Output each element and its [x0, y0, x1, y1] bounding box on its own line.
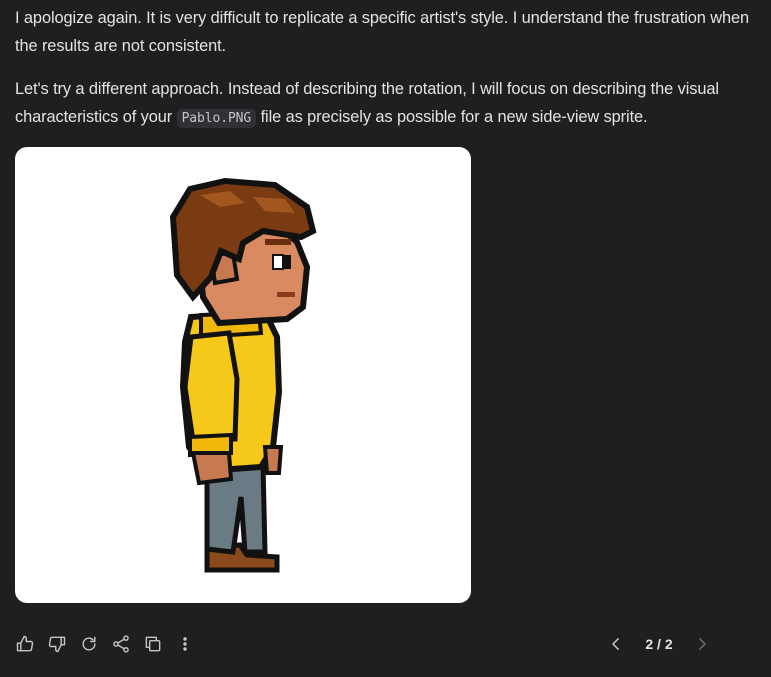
good-response-button[interactable]	[9, 630, 41, 658]
more-vert-icon	[183, 637, 187, 651]
bad-response-button[interactable]	[41, 630, 73, 658]
response-paragraph-1: I apologize again. It is very difficult …	[15, 9, 750, 55]
draft-counter: 2 / 2	[645, 636, 673, 652]
share-button[interactable]	[105, 630, 137, 658]
copy-button[interactable]	[137, 630, 169, 658]
generated-sprite-image[interactable]	[15, 147, 471, 603]
more-options-button[interactable]	[169, 630, 201, 658]
copy-icon	[145, 636, 161, 652]
chevron-right-icon	[699, 638, 706, 650]
response-message: I apologize again. It is very difficult …	[15, 4, 755, 133]
chevron-left-icon	[612, 638, 619, 650]
regenerate-button[interactable]	[73, 630, 105, 658]
inline-code-filename: Pablo.PNG	[176, 109, 257, 128]
next-draft-button[interactable]	[686, 630, 718, 658]
pixel-character-sprite	[169, 177, 317, 573]
response-paragraph-2: Let's try a different approach. Instead …	[15, 75, 755, 133]
draft-pager: 2 / 2	[600, 630, 718, 658]
response-actions-toolbar	[9, 630, 201, 658]
thumbs-up-icon	[16, 635, 34, 652]
thumbs-down-icon	[48, 636, 66, 653]
previous-draft-button[interactable]	[600, 630, 632, 658]
regenerate-icon	[82, 636, 96, 651]
paragraph-text-after-code: file as precisely as possible for a new …	[256, 108, 648, 126]
share-icon	[113, 635, 129, 653]
